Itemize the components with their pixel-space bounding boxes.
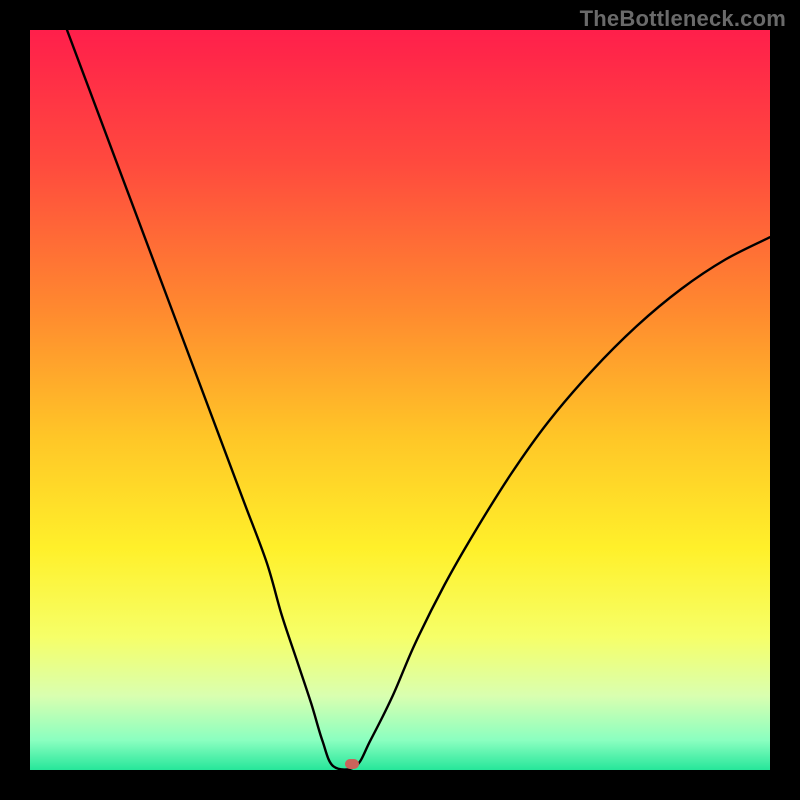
plot-area xyxy=(30,30,770,770)
optimum-marker xyxy=(345,759,359,769)
watermark-text: TheBottleneck.com xyxy=(580,6,786,32)
chart-stage: TheBottleneck.com xyxy=(0,0,800,800)
bottleneck-curve xyxy=(30,30,770,770)
